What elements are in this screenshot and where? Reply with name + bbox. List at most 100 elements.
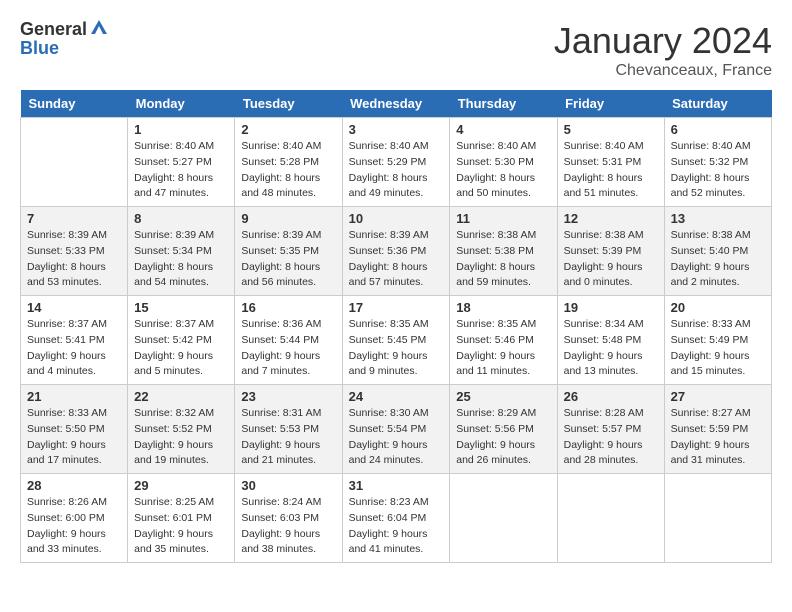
daylight-text: Daylight: 9 hours and 7 minutes. [241,350,320,378]
sunset-text: Sunset: 5:33 PM [27,245,105,257]
col-header-friday: Friday [557,90,664,118]
calendar-cell: 5Sunrise: 8:40 AMSunset: 5:31 PMDaylight… [557,118,664,207]
day-info: Sunrise: 8:38 AMSunset: 5:39 PMDaylight:… [564,228,658,291]
sunset-text: Sunset: 5:48 PM [564,334,642,346]
day-number: 5 [564,122,658,137]
sunrise-text: Sunrise: 8:40 AM [456,140,536,152]
day-number: 6 [671,122,765,137]
sunset-text: Sunset: 5:52 PM [134,423,212,435]
daylight-text: Daylight: 9 hours and 28 minutes. [564,439,643,467]
day-number: 7 [27,211,121,226]
calendar-cell: 9 Sunrise: 8:39 AMSunset: 5:35 PMDaylight… [235,207,342,296]
calendar-body: 1Sunrise: 8:40 AMSunset: 5:27 PMDaylight… [21,118,772,563]
logo-icon [89,18,109,38]
sunrise-text: Sunrise: 8:35 AM [456,318,536,330]
calendar-cell: 13Sunrise: 8:38 AMSunset: 5:40 PMDayligh… [664,207,771,296]
daylight-text: Daylight: 8 hours and 48 minutes. [241,172,320,200]
calendar-cell: 30Sunrise: 8:24 AMSunset: 6:03 PMDayligh… [235,474,342,563]
day-number: 12 [564,211,658,226]
sunrise-text: Sunrise: 8:40 AM [134,140,214,152]
daylight-text: Daylight: 8 hours and 59 minutes. [456,261,535,289]
calendar-cell [557,474,664,563]
calendar-header-row: SundayMondayTuesdayWednesdayThursdayFrid… [21,90,772,118]
daylight-text: Daylight: 9 hours and 38 minutes. [241,528,320,556]
day-number: 11 [456,211,550,226]
day-info: Sunrise: 8:31 AMSunset: 5:53 PMDaylight:… [241,406,335,469]
sunset-text: Sunset: 5:32 PM [671,156,749,168]
day-number: 26 [564,389,658,404]
calendar-cell: 15Sunrise: 8:37 AMSunset: 5:42 PMDayligh… [128,296,235,385]
day-number: 9 [241,211,335,226]
day-info: Sunrise: 8:38 AMSunset: 5:40 PMDaylight:… [671,228,765,291]
sunset-text: Sunset: 5:49 PM [671,334,749,346]
day-number: 27 [671,389,765,404]
day-info: Sunrise: 8:39 AMSunset: 5:36 PMDaylight:… [349,228,444,291]
calendar-cell: 14 Sunrise: 8:37 AMSunset: 5:41 PMDayligh… [21,296,128,385]
day-number: 2 [241,122,335,137]
day-info: Sunrise: 8:37 AMSunset: 5:41 PMDaylight:… [27,317,121,380]
day-info: Sunrise: 8:39 AMSunset: 5:35 PMDaylight:… [241,228,335,291]
day-number: 1 [134,122,228,137]
sunset-text: Sunset: 5:46 PM [456,334,534,346]
day-number: 28 [27,478,121,493]
sunset-text: Sunset: 5:59 PM [671,423,749,435]
calendar-cell: 4Sunrise: 8:40 AMSunset: 5:30 PMDaylight… [450,118,557,207]
day-number: 14 [27,300,121,315]
day-info: Sunrise: 8:23 AMSunset: 6:04 PMDaylight:… [349,495,444,558]
day-info: Sunrise: 8:24 AMSunset: 6:03 PMDaylight:… [241,495,335,558]
calendar-cell: 28 Sunrise: 8:26 AMSunset: 6:00 PMDayligh… [21,474,128,563]
sunset-text: Sunset: 5:28 PM [241,156,319,168]
sunset-text: Sunset: 5:44 PM [241,334,319,346]
day-info: Sunrise: 8:26 AMSunset: 6:00 PMDaylight:… [27,495,121,558]
daylight-text: Daylight: 8 hours and 47 minutes. [134,172,213,200]
calendar-cell: 21Sunrise: 8:33 AMSunset: 5:50 PMDayligh… [21,385,128,474]
day-number: 17 [349,300,444,315]
day-number: 3 [349,122,444,137]
sunset-text: Sunset: 5:42 PM [134,334,212,346]
day-number: 23 [241,389,335,404]
col-header-thursday: Thursday [450,90,557,118]
daylight-text: Daylight: 9 hours and 11 minutes. [456,350,535,378]
calendar-cell: 18 Sunrise: 8:35 AM Sunset: 5:46 PM Dayligh… [450,296,557,385]
day-info: Sunrise: 8:37 AMSunset: 5:42 PMDaylight:… [134,317,228,380]
daylight-text: Daylight: 9 hours and 41 minutes. [349,528,428,556]
sunrise-text: Sunrise: 8:40 AM [349,140,429,152]
sunrise-text: Sunrise: 8:30 AM [349,407,429,419]
day-number: 18 [456,300,550,315]
week-row-4: 21Sunrise: 8:33 AMSunset: 5:50 PMDayligh… [21,385,772,474]
sunrise-text: Sunrise: 8:40 AM [671,140,751,152]
sunrise-text: Sunrise: 8:24 AM [241,496,321,508]
day-info: Sunrise: 8:38 AMSunset: 5:38 PMDaylight:… [456,228,550,291]
sunset-text: Sunset: 5:50 PM [27,423,105,435]
day-number: 31 [349,478,444,493]
sunset-text: Sunset: 5:39 PM [564,245,642,257]
day-number: 22 [134,389,228,404]
sunset-text: Sunset: 5:38 PM [456,245,534,257]
sunrise-text: Sunrise: 8:32 AM [134,407,214,419]
calendar-cell: 24Sunrise: 8:30 AMSunset: 5:54 PMDayligh… [342,385,450,474]
calendar-table: SundayMondayTuesdayWednesdayThursdayFrid… [20,90,772,563]
day-info: Sunrise: 8:29 AMSunset: 5:56 PMDaylight:… [456,406,550,469]
calendar-cell: 20Sunrise: 8:33 AMSunset: 5:49 PMDayligh… [664,296,771,385]
calendar-cell: 3Sunrise: 8:40 AMSunset: 5:29 PMDaylight… [342,118,450,207]
sunrise-text: Sunrise: 8:23 AM [349,496,429,508]
calendar-cell: 23 Sunrise: 8:31 AMSunset: 5:53 PMDayligh… [235,385,342,474]
week-row-2: 7Sunrise: 8:39 AMSunset: 5:33 PMDaylight… [21,207,772,296]
sunrise-text: Sunrise: 8:38 AM [564,229,644,241]
sunrise-text: Sunrise: 8:33 AM [27,407,107,419]
sunrise-text: Sunrise: 8:35 AM [349,318,429,330]
sunrise-text: Sunrise: 8:36 AM [241,318,321,330]
sunrise-text: Sunrise: 8:26 AM [27,496,107,508]
day-number: 29 [134,478,228,493]
calendar-cell: 22 Sunrise: 8:32 AM Sunset: 5:52 PM Dayligh… [128,385,235,474]
calendar-cell: 26Sunrise: 8:28 AMSunset: 5:57 PMDayligh… [557,385,664,474]
daylight-text: Daylight: 9 hours and 35 minutes. [134,528,213,556]
daylight-text: Daylight: 9 hours and 13 minutes. [564,350,643,378]
day-info: Sunrise: 8:36 AM Sunset: 5:44 PM Daylight:… [241,317,335,380]
sunset-text: Sunset: 5:57 PM [564,423,642,435]
col-header-sunday: Sunday [21,90,128,118]
sunset-text: Sunset: 5:36 PM [349,245,427,257]
day-number: 25 [456,389,550,404]
daylight-text: Daylight: 9 hours and 19 minutes. [134,439,213,467]
daylight-text: Daylight: 9 hours and 2 minutes. [671,261,750,289]
